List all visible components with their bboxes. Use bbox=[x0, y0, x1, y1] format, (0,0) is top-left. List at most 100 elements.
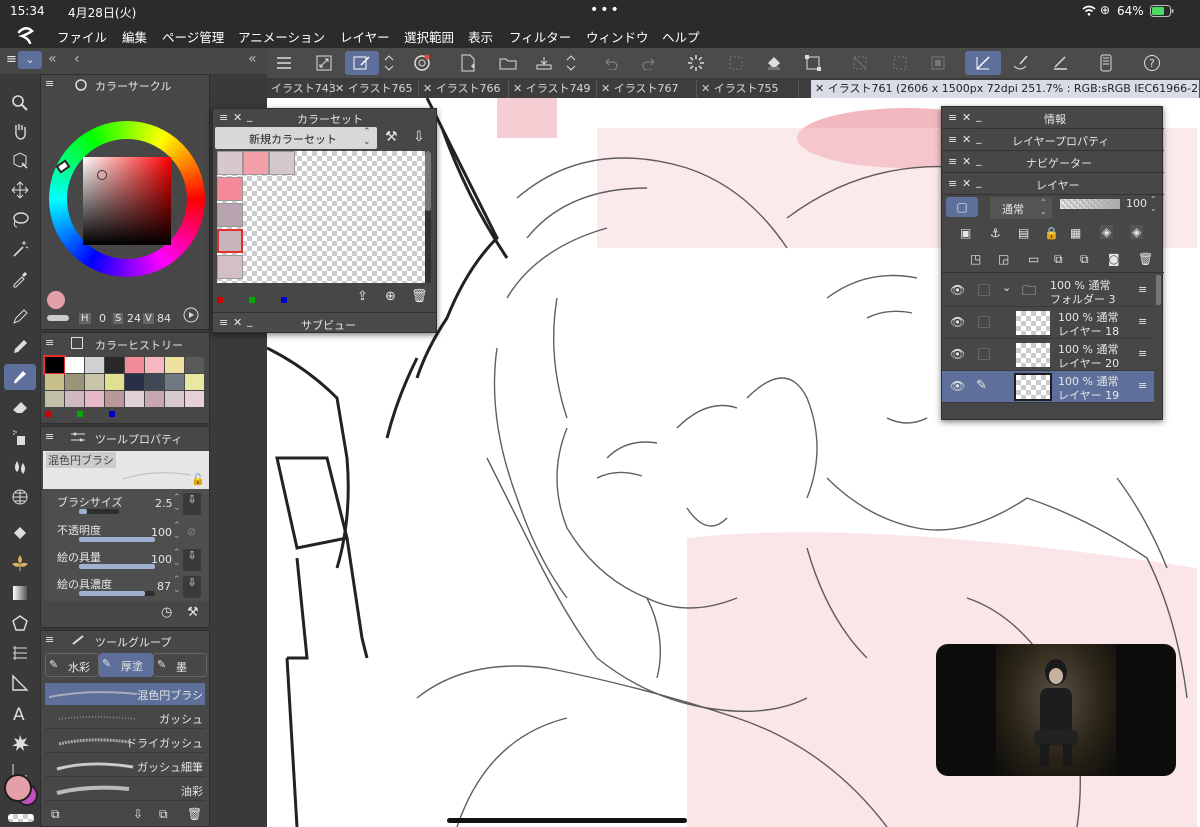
tab-doc-755[interactable]: ✕ イラスト755 bbox=[697, 80, 799, 98]
tab-doc-749[interactable]: ✕ イラスト749 bbox=[509, 80, 597, 98]
help-icon[interactable]: ? bbox=[1139, 51, 1165, 75]
opacity-stepper-icon[interactable]: ⌃ ⌄ bbox=[173, 521, 181, 541]
color-set-swatch[interactable] bbox=[269, 151, 295, 175]
opacity-stepper-icon[interactable]: ⌃ ⌄ bbox=[1150, 195, 1157, 213]
stepper-icon[interactable] bbox=[381, 51, 397, 75]
tab-watercolor[interactable]: ✎ 水彩 bbox=[45, 653, 99, 677]
snap-grid-icon[interactable] bbox=[925, 51, 951, 75]
panel-menu-icon[interactable]: ≡ bbox=[45, 77, 54, 90]
sv-picker-handle[interactable] bbox=[97, 170, 107, 180]
history-swatch[interactable] bbox=[85, 357, 104, 373]
transform-icon[interactable] bbox=[800, 51, 826, 75]
draft-layer-icon[interactable]: ▤ bbox=[1018, 226, 1029, 240]
loading-spinner-icon[interactable] bbox=[683, 51, 709, 75]
brush-item[interactable]: ドライガッシュ bbox=[45, 731, 205, 753]
panel-menu-icon[interactable]: ≡ bbox=[948, 177, 957, 190]
tab-ink[interactable]: ✎ 墨 bbox=[153, 653, 207, 677]
minimize-panel-icon[interactable]: _ bbox=[976, 109, 982, 122]
history-swatch[interactable] bbox=[45, 391, 64, 407]
minimize-panel-icon[interactable]: _ bbox=[247, 314, 253, 327]
history-swatch[interactable] bbox=[105, 374, 124, 390]
menu-file[interactable]: ファイル bbox=[57, 27, 107, 46]
paint-amount-dropdown-icon[interactable]: ⇩ bbox=[183, 549, 201, 571]
panel-menu-icon[interactable]: ≡ bbox=[6, 52, 17, 67]
transfer-down-icon[interactable]: ⧉ bbox=[1054, 252, 1063, 267]
close-panel-icon[interactable]: ✕ bbox=[962, 177, 971, 190]
layer-menu-icon[interactable]: ≡ bbox=[1138, 315, 1147, 328]
panel-menu-icon[interactable]: ≡ bbox=[45, 336, 54, 349]
history-swatch[interactable] bbox=[105, 391, 124, 407]
opacity-value[interactable]: 100 bbox=[1126, 197, 1147, 210]
close-tab-icon[interactable]: ✕ bbox=[423, 82, 436, 95]
brush-size-stepper-icon[interactable]: ⌃ ⌄ bbox=[173, 493, 181, 513]
brush-item[interactable]: ガッシュ bbox=[45, 707, 205, 729]
brush-size-dropdown-icon[interactable]: ⇩ bbox=[183, 493, 201, 515]
paint-density-stepper-icon[interactable]: ⌃ ⌄ bbox=[173, 575, 181, 595]
quick-access-icon[interactable] bbox=[345, 51, 379, 75]
balloon-icon[interactable] bbox=[4, 730, 36, 756]
eye-icon[interactable]: 👁 bbox=[950, 379, 965, 393]
history-swatch[interactable] bbox=[65, 391, 84, 407]
fill-bucket-icon[interactable] bbox=[4, 520, 36, 546]
tab-doc-765[interactable]: ✕ イラスト765 bbox=[331, 80, 419, 98]
color-set-swatch[interactable] bbox=[243, 151, 269, 175]
open-folder-icon[interactable] bbox=[495, 51, 521, 75]
panel-menu-icon[interactable]: ≡ bbox=[45, 633, 54, 646]
minimize-panel-icon[interactable]: _ bbox=[976, 153, 982, 166]
ruler-range-icon[interactable]: ◈ bbox=[1130, 225, 1144, 239]
save-icon[interactable] bbox=[531, 51, 557, 75]
color-set-swatch[interactable] bbox=[217, 151, 243, 175]
panel-menu-icon[interactable]: ≡ bbox=[219, 316, 228, 329]
play-circle-icon[interactable] bbox=[183, 307, 199, 323]
lock-transparency-icon[interactable]: ▦ bbox=[1070, 226, 1081, 240]
opacity-slider[interactable] bbox=[1060, 199, 1120, 209]
menu-selection[interactable]: 選択範囲 bbox=[404, 27, 454, 46]
history-swatch[interactable] bbox=[185, 357, 204, 373]
snap-icon[interactable] bbox=[887, 51, 913, 75]
hamburger-menu-icon[interactable] bbox=[271, 51, 297, 75]
layer-check[interactable] bbox=[978, 284, 990, 296]
object-icon[interactable] bbox=[4, 148, 36, 174]
hide-selection-icon[interactable] bbox=[847, 51, 873, 75]
layer-row-selected[interactable]: 👁 ✎ 100 % 通常 レイヤー 19 ≡ bbox=[942, 371, 1154, 403]
create-mask-icon[interactable]: ◙ bbox=[1108, 252, 1120, 266]
close-tab-icon[interactable]: ✕ bbox=[815, 82, 828, 95]
panel-menu-icon[interactable]: ≡ bbox=[45, 430, 54, 443]
history-swatch[interactable] bbox=[45, 374, 64, 390]
minimize-panel-icon[interactable]: _ bbox=[247, 109, 253, 122]
paint-density-dropdown-icon[interactable]: ⇩ bbox=[183, 576, 201, 598]
close-panel-icon[interactable]: ✕ bbox=[233, 111, 242, 124]
paint-density-value[interactable]: 87 bbox=[157, 580, 171, 593]
brush-size-slider[interactable] bbox=[79, 509, 119, 514]
lock-icon[interactable]: 🔓 bbox=[191, 473, 205, 486]
layer-menu-icon[interactable]: ≡ bbox=[1138, 283, 1147, 296]
new-file-icon[interactable] bbox=[455, 51, 481, 75]
history-swatch[interactable] bbox=[185, 374, 204, 390]
device-icon[interactable] bbox=[1093, 51, 1119, 75]
history-swatch[interactable] bbox=[105, 357, 124, 373]
clip-layer-icon[interactable]: ▣ bbox=[960, 226, 971, 240]
menu-window[interactable]: ウィンドウ bbox=[586, 27, 649, 46]
new-raster-layer-icon[interactable]: ◳ bbox=[970, 252, 981, 266]
paint-amount-value[interactable]: 100 bbox=[151, 553, 172, 566]
globe-icon[interactable] bbox=[4, 484, 36, 510]
paint-amount-stepper-icon[interactable]: ⌃ ⌄ bbox=[173, 548, 181, 568]
history-swatch[interactable] bbox=[125, 391, 144, 407]
close-panel-icon[interactable]: ✕ bbox=[233, 316, 242, 329]
expand-right-icon[interactable]: « bbox=[248, 51, 257, 67]
menu-view[interactable]: 表示 bbox=[468, 27, 493, 46]
magic-wand-icon[interactable] bbox=[4, 236, 36, 262]
multitask-dots-icon[interactable]: ••• bbox=[590, 2, 621, 18]
clip-studio-logo-icon[interactable] bbox=[16, 26, 36, 44]
menu-page[interactable]: ページ管理 bbox=[162, 27, 224, 46]
layers-stack-icon[interactable]: ⧉ bbox=[51, 807, 60, 822]
blend-mode-select[interactable]: 通常 ⌃ ⌄ bbox=[990, 197, 1052, 219]
panel-menu-icon[interactable]: ≡ bbox=[948, 133, 957, 146]
lasso-icon[interactable] bbox=[4, 207, 36, 233]
saturation-value-square[interactable] bbox=[83, 157, 171, 245]
paint-density-slider[interactable] bbox=[79, 591, 155, 596]
pen-icon[interactable] bbox=[4, 304, 36, 330]
menu-animation[interactable]: アニメーション bbox=[238, 27, 325, 46]
color-set-swatch[interactable] bbox=[217, 177, 243, 201]
panel-menu-icon[interactable]: ≡ bbox=[219, 111, 228, 124]
